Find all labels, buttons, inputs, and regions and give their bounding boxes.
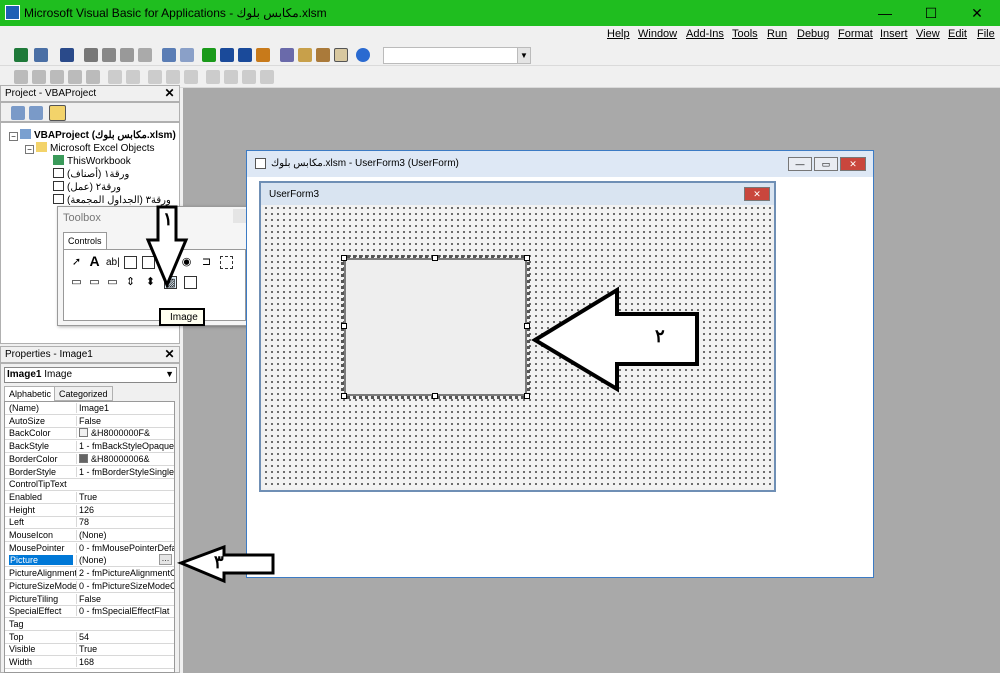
annotation-layer [145,205,699,584]
arrow-left-icon [531,286,699,393]
annotation-2: ٢ [655,326,665,346]
arrow-left-icon [176,544,275,584]
annotation-1: ١ [163,209,173,229]
annotation-3: ٣ [214,552,224,572]
